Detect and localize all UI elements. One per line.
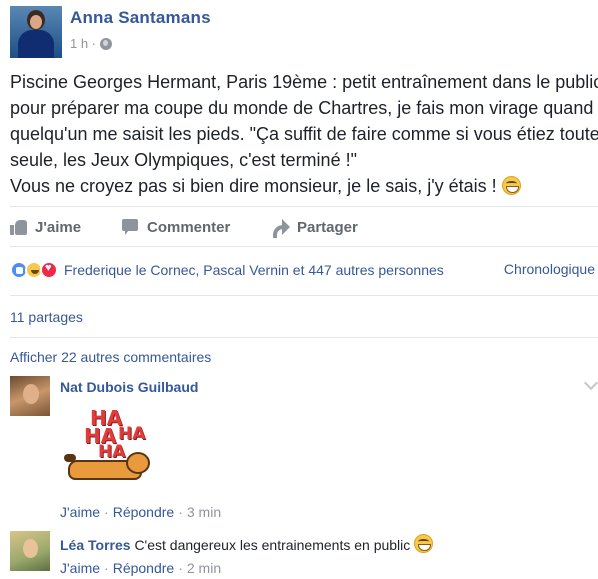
divider — [10, 206, 598, 207]
globe-icon — [100, 37, 113, 50]
thumbs-up-icon — [10, 219, 27, 235]
post-text-line: Vous ne croyez pas si bien dire monsieur… — [10, 176, 497, 196]
divider — [10, 246, 598, 247]
comment-reply-button[interactable]: Répondre — [113, 560, 175, 576]
post-text-line: quelqu'un me saisit les pieds. "Ça suffi… — [10, 124, 598, 144]
post-text-line-last: Vous ne croyez pas si bien dire monsieur… — [10, 173, 595, 199]
commenter-name[interactable]: Nat Dubois Guilbaud — [60, 379, 198, 395]
post-text-line: seule, les Jeux Olympiques, c'est termin… — [10, 150, 357, 170]
post-text: Piscine Georges Hermant, Paris 19ème : p… — [10, 69, 598, 199]
post-text-line: Piscine Georges Hermant, Paris 19ème : p… — [10, 72, 598, 92]
reactors-link[interactable]: Frederique le Cornec, Pascal Vernin et 4… — [64, 262, 444, 278]
action-bar: J'aime Commenter Partager — [10, 213, 598, 241]
author-name[interactable]: Anna Santamans — [70, 8, 211, 28]
comment-label: Commenter — [147, 218, 231, 236]
reactions-bar: Frederique le Cornec, Pascal Vernin et 4… — [10, 259, 598, 281]
share-icon — [272, 219, 290, 238]
comment-time[interactable]: 3 min — [187, 504, 221, 520]
share-label: Partager — [297, 218, 358, 236]
sticker-text: HA — [118, 424, 146, 444]
post-header: Anna Santamans 1 h · — [10, 6, 590, 58]
chevron-down-icon[interactable] — [583, 375, 598, 391]
laughing-emoji-icon — [414, 534, 434, 553]
reaction-icons[interactable] — [10, 261, 58, 279]
comment-like-button[interactable]: J'aime — [60, 504, 100, 520]
sort-dropdown[interactable]: Chronologique — [504, 261, 595, 277]
comment-reply-button[interactable]: Répondre — [113, 504, 175, 520]
comment-time[interactable]: 2 min — [187, 560, 221, 576]
comment-like-button[interactable]: J'aime — [60, 560, 100, 576]
commenter-avatar[interactable] — [10, 376, 50, 416]
comment-actions: J'aime · Répondre · 2 min — [60, 560, 222, 576]
commenter-avatar[interactable] — [10, 531, 50, 571]
haha-sticker: HA HA HA HA — [62, 406, 162, 486]
author-avatar[interactable] — [10, 6, 62, 58]
post-time[interactable]: 1 h · — [70, 36, 96, 51]
commenter-name[interactable]: Léa Torres — [60, 537, 131, 553]
comment-text: C'est dangereux les entrainements en pub… — [134, 537, 411, 553]
more-comments-link[interactable]: Afficher 22 autres commentaires — [10, 349, 211, 365]
divider — [10, 337, 598, 338]
comment-icon — [122, 219, 139, 235]
commenter-line: Léa Torres C'est dangereux les entrainem… — [60, 534, 434, 553]
comment-button[interactable]: Commenter — [122, 219, 230, 236]
comment-actions: J'aime · Répondre · 3 min — [60, 504, 222, 520]
laughing-emoji-icon — [501, 176, 521, 195]
dog-head — [126, 452, 150, 474]
post-meta: 1 h · — [70, 36, 113, 51]
dog-ear — [64, 454, 76, 462]
share-button[interactable]: Partager — [272, 218, 358, 238]
sticker-text: HA — [98, 442, 126, 462]
like-button[interactable]: J'aime — [10, 219, 81, 236]
divider — [10, 295, 598, 296]
love-reaction-icon — [40, 261, 58, 279]
post-text-line: pour préparer ma coupe du monde de Chart… — [10, 98, 594, 118]
shares-link[interactable]: 11 partages — [10, 309, 83, 325]
like-label: J'aime — [35, 218, 82, 236]
